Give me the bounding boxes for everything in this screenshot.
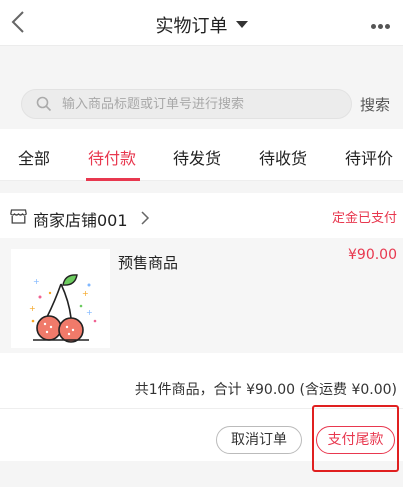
search-box [21,89,352,119]
top-bar: 实物订单 [0,0,403,46]
cancel-order-button[interactable]: 取消订单 [216,426,302,454]
order-summary: 共1件商品，合计 ¥90.00 (含运费 ¥0.00) [134,382,397,398]
search-icon [36,96,52,112]
active-tab-indicator [86,178,140,181]
caret-down-icon [235,21,248,28]
pay-balance-button[interactable]: 支付尾款 [316,426,395,454]
goods-price: ¥90.00 [348,247,397,263]
svg-text:+: + [82,289,89,298]
svg-text:+: + [33,277,40,286]
shop-name: 商家店铺001 [33,211,128,230]
chevron-right-icon [140,210,150,230]
search-area: 搜索 [0,47,403,129]
shop-icon [10,209,27,228]
svg-text:+: + [86,308,93,317]
cherry-image: + + + + [11,249,110,348]
svg-text:+: + [29,304,36,313]
more-icon[interactable] [371,14,397,29]
goods-item[interactable]: + + + + 预售商品 ¥90.00 [0,238,403,353]
tab-pending-review[interactable]: 待评价 [345,145,393,169]
tab-pending-receipt[interactable]: 待收货 [259,145,307,169]
goods-name: 预售商品 [118,254,179,272]
page-title: 实物订单 [155,16,228,37]
order-card: 商家店铺001 定金已支付 + + + + 预售商品 ¥90.00 共1件商品，… [0,193,403,461]
order-tabs: 全部 待付款 待发货 待收货 待评价 [0,129,403,181]
order-status: 定金已支付 [331,211,397,226]
search-button[interactable]: 搜索 [360,94,390,115]
shop-row[interactable]: 商家店铺001 定金已支付 [0,193,403,238]
tab-pending-shipment[interactable]: 待发货 [173,145,221,169]
tab-pending-payment[interactable]: 待付款 [88,145,136,169]
tab-all[interactable]: 全部 [18,145,50,169]
divider [0,408,403,409]
search-input[interactable] [62,94,342,114]
title-dropdown[interactable]: 实物订单 [0,12,403,38]
